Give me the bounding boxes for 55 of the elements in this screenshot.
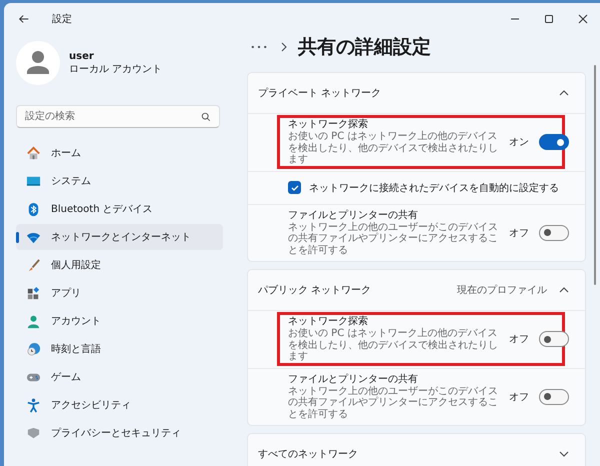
setting-description: ネットワーク上の他のユーザーがこのデバイスの共有ファイルやプリンターにアクセスすることを許可する (288, 386, 499, 420)
window-title: 設定 (52, 12, 72, 26)
scrollbar[interactable] (594, 65, 596, 285)
toggle-switch[interactable] (539, 134, 569, 150)
toggle-switch[interactable] (539, 388, 569, 405)
setting-title: ネットワーク探索 (288, 316, 369, 328)
user-name: user (69, 50, 95, 62)
globe-clock-icon (26, 342, 41, 356)
account-type: ローカル アカウント (69, 62, 162, 76)
toggle-state: オフ (509, 226, 529, 240)
checkbox-label: ネットワークに接続されたデバイスを自動的に設定する (309, 182, 559, 194)
nav-item[interactable]: 時刻と言語 (16, 336, 223, 362)
setting-title: ネットワーク探索 (288, 119, 369, 131)
apps-icon (26, 286, 41, 300)
shield-icon (26, 426, 41, 440)
nav-item[interactable]: アカウント (16, 308, 223, 334)
nav-item[interactable]: 個人用設定 (16, 252, 223, 278)
more-icon[interactable] (251, 45, 267, 49)
nav-item[interactable]: アプリ (16, 280, 223, 306)
close-icon[interactable] (578, 14, 588, 24)
brush-icon (26, 258, 41, 272)
section-header[interactable]: すべてのネットワーク (248, 434, 585, 466)
nav-item[interactable]: ゲーム (16, 364, 223, 390)
back-arrow-icon[interactable] (18, 13, 30, 25)
setting-description: お使いの PC はネットワーク上の他のデバイスを検出したり、他のデバイスで検出されたりします (288, 131, 499, 166)
setting-description: お使いの PC はネットワーク上の他のデバイスを検出したり、他のデバイスで検出されたりします (288, 328, 499, 362)
nav-item[interactable]: Bluetooth とデバイス (16, 196, 223, 222)
search-field[interactable]: 設定の検索 (16, 105, 220, 128)
chevron-right-icon (281, 42, 287, 52)
setting-title: ファイルとプリンターの共有 (288, 374, 419, 386)
toggle-state: オフ (509, 390, 529, 404)
nav-item[interactable]: ホーム (16, 140, 223, 166)
toggle-switch[interactable] (539, 224, 569, 241)
bluetooth-icon (26, 202, 41, 216)
section-header[interactable]: パブリック ネットワーク 現在のプロファイル (248, 270, 585, 310)
section-header[interactable]: プライベート ネットワーク (248, 73, 585, 113)
toggle-switch[interactable] (539, 331, 569, 348)
nav-item[interactable]: ネットワークとインターネット (16, 224, 223, 250)
toggle-state: オン (509, 136, 529, 150)
checkbox[interactable] (288, 181, 301, 194)
page-title: 共有の詳細設定 (298, 35, 431, 60)
house-icon (26, 146, 41, 160)
search-icon (201, 112, 211, 122)
avatar-icon (16, 41, 60, 85)
accessibility-icon (26, 398, 41, 412)
nav-item[interactable]: アクセシビリティ (16, 392, 223, 418)
profile-label: 現在のプロファイル (457, 284, 547, 297)
nav-item[interactable]: プライバシーとセキュリティ (16, 420, 223, 446)
maximize-icon[interactable] (544, 14, 554, 24)
nav-item[interactable]: システム (16, 168, 223, 194)
setting-description: ネットワーク上の他のユーザーがこのデバイスの共有ファイルやプリンターにアクセスすることを許可する (288, 222, 499, 256)
checkmark-icon (290, 182, 300, 192)
person-icon (26, 314, 41, 328)
toggle-state: オフ (509, 333, 529, 346)
setting-title: ファイルとプリンターの共有 (288, 210, 419, 222)
